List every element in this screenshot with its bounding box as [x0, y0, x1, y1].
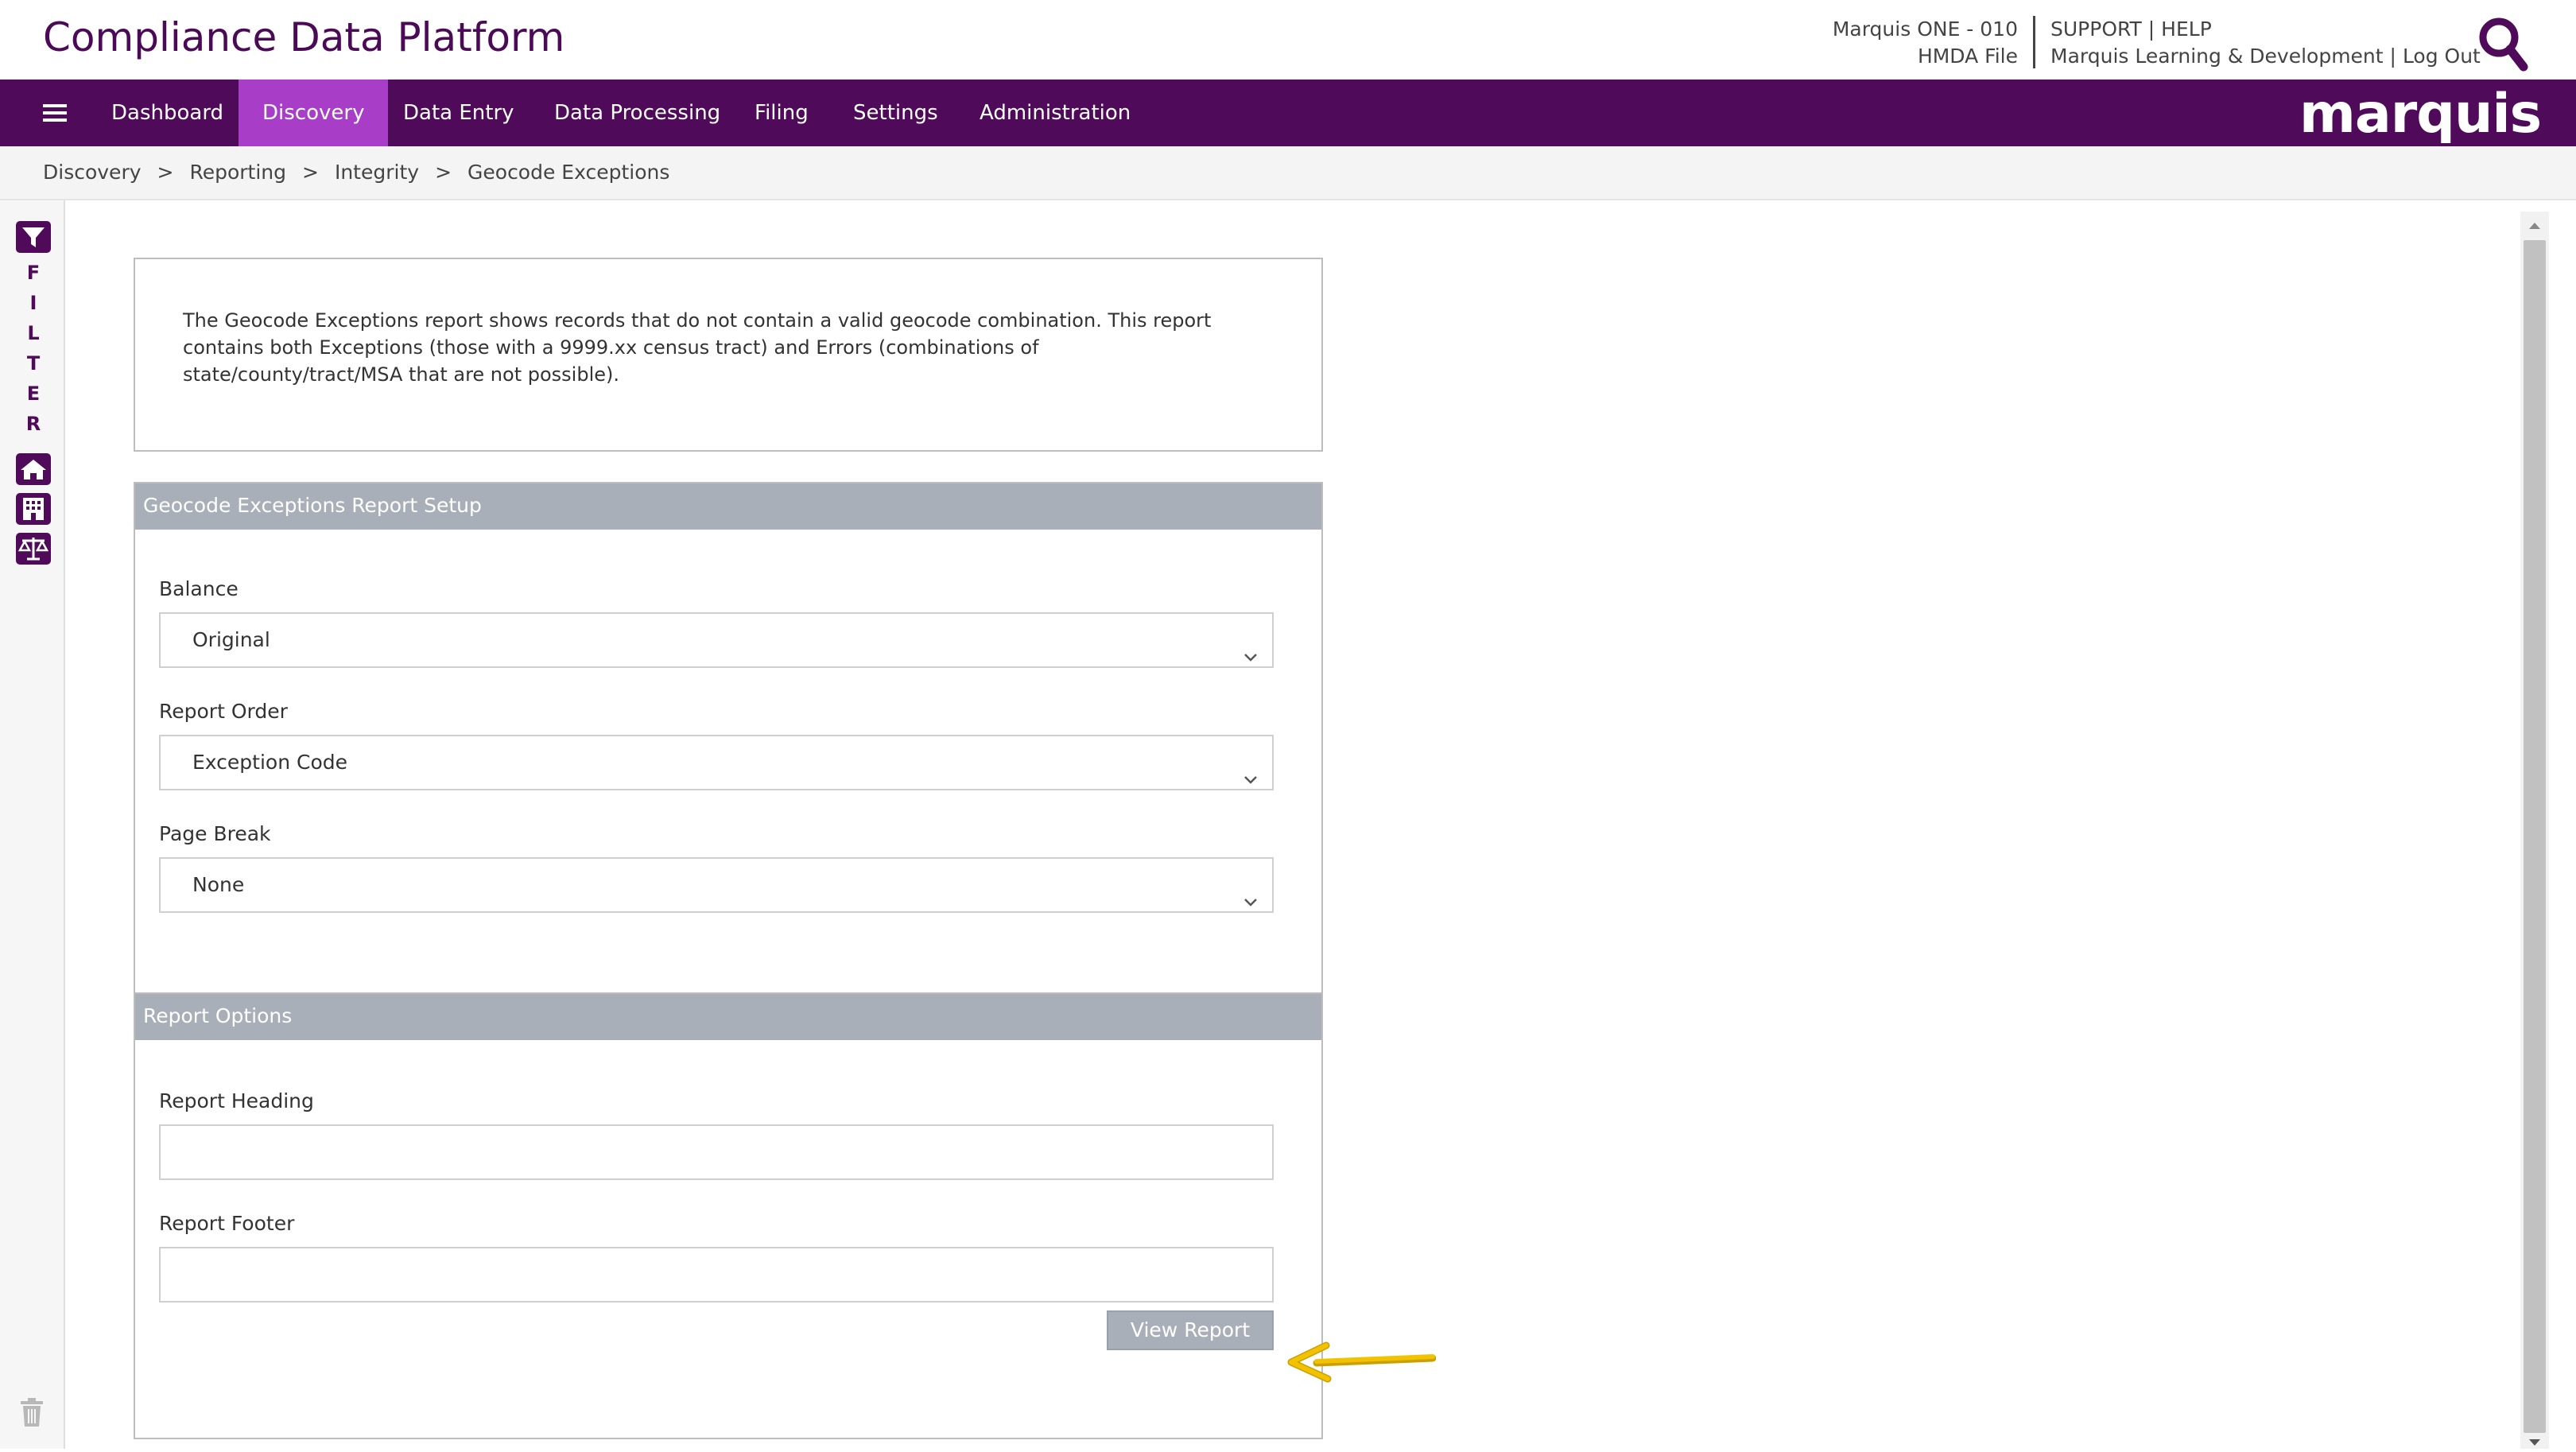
filter-letter: F	[26, 262, 41, 284]
org-link[interactable]: Marquis Learning & Development	[2050, 45, 2384, 68]
report-heading-label: Report Heading	[159, 1089, 314, 1112]
main-nav: Dashboard Discovery Data Entry Data Proc…	[0, 80, 2576, 146]
report-options-panel: Report Options Report Heading Report Foo…	[134, 992, 1323, 1439]
view-report-button[interactable]: View Report	[1107, 1310, 1274, 1350]
home-icon[interactable]	[16, 453, 51, 485]
filter-label[interactable]: F I L T E R	[24, 258, 43, 439]
report-setup-heading: Geocode Exceptions Report Setup	[135, 483, 1321, 530]
report-options-heading: Report Options	[135, 994, 1321, 1040]
scrollbar-thumb[interactable]	[2524, 240, 2546, 1433]
scroll-up-arrow-icon[interactable]	[2527, 219, 2543, 232]
filter-letter: E	[26, 382, 41, 405]
filter-letter: R	[25, 413, 41, 435]
logout-link[interactable]: Log Out	[2403, 45, 2481, 68]
nav-settings[interactable]: Settings	[829, 80, 962, 146]
page-break-label: Page Break	[159, 822, 271, 845]
nav-discovery[interactable]: Discovery	[239, 80, 389, 146]
breadcrumb-separator: >	[302, 161, 319, 184]
report-order-select[interactable]: Exception Code	[159, 735, 1274, 790]
nav-data-entry[interactable]: Data Entry	[379, 80, 538, 146]
link-separator: |	[2147, 17, 2155, 41]
breadcrumb-discovery[interactable]: Discovery	[43, 161, 142, 184]
report-footer-input[interactable]	[159, 1247, 1274, 1303]
report-description-box: The Geocode Exceptions report shows reco…	[134, 258, 1323, 452]
report-order-label: Report Order	[159, 700, 288, 723]
report-order-selected-value: Exception Code	[192, 751, 347, 774]
breadcrumb-separator: >	[157, 161, 174, 184]
support-link[interactable]: SUPPORT	[2050, 17, 2142, 41]
breadcrumb-current: Geocode Exceptions	[467, 161, 670, 184]
report-heading-input[interactable]	[159, 1124, 1274, 1180]
account-name[interactable]: Marquis ONE - 010	[1833, 16, 2018, 43]
building-icon[interactable]	[16, 493, 51, 525]
help-link[interactable]: HELP	[2161, 17, 2212, 41]
filter-letter: L	[27, 322, 40, 344]
breadcrumb-separator: >	[435, 161, 452, 184]
scroll-down-arrow-icon[interactable]	[2527, 1436, 2543, 1449]
balance-label: Balance	[159, 577, 239, 600]
page-break-selected-value: None	[192, 873, 245, 896]
filter-sidebar: F I L T E R	[0, 200, 65, 1449]
chevron-down-icon	[1242, 878, 1259, 907]
page-break-select[interactable]: None	[159, 857, 1274, 913]
chevron-down-icon	[1242, 755, 1259, 784]
nav-administration[interactable]: Administration	[956, 80, 1154, 146]
app-header: Compliance Data Platform Marquis ONE - 0…	[0, 0, 2576, 80]
marquis-logo: marquis	[2299, 83, 2542, 146]
report-footer-label: Report Footer	[159, 1212, 295, 1235]
header-divider	[2033, 16, 2035, 68]
trash-icon[interactable]	[17, 1396, 46, 1428]
report-setup-panel: Geocode Exceptions Report Setup Balance …	[134, 482, 1323, 994]
breadcrumb-reporting[interactable]: Reporting	[189, 161, 286, 184]
balance-select[interactable]: Original	[159, 612, 1274, 668]
nav-dashboard[interactable]: Dashboard	[87, 80, 247, 146]
balance-selected-value: Original	[192, 628, 270, 651]
nav-filing[interactable]: Filing	[731, 80, 832, 146]
chevron-down-icon	[1242, 633, 1259, 662]
header-links: SUPPORT | HELP Marquis Learning & Develo…	[2050, 16, 2481, 70]
filter-letter: T	[26, 352, 41, 375]
scales-icon[interactable]	[16, 533, 51, 565]
report-description: The Geocode Exceptions report shows reco…	[183, 309, 1212, 386]
link-separator: |	[2389, 45, 2396, 68]
breadcrumb-integrity[interactable]: Integrity	[335, 161, 419, 184]
app-title: Compliance Data Platform	[43, 14, 565, 60]
breadcrumb: Discovery > Reporting > Integrity > Geocode Ex…	[0, 146, 2576, 200]
hamburger-menu-icon[interactable]	[43, 100, 67, 126]
search-icon[interactable]	[2474, 14, 2530, 73]
nav-data-processing[interactable]: Data Processing	[530, 80, 744, 146]
filter-letter: I	[29, 292, 37, 314]
annotation-arrow-icon	[1287, 1341, 1436, 1383]
filter-icon[interactable]	[16, 221, 51, 253]
account-file[interactable]: HMDA File	[1833, 43, 2018, 70]
account-info: Marquis ONE - 010 HMDA File	[1833, 16, 2018, 70]
